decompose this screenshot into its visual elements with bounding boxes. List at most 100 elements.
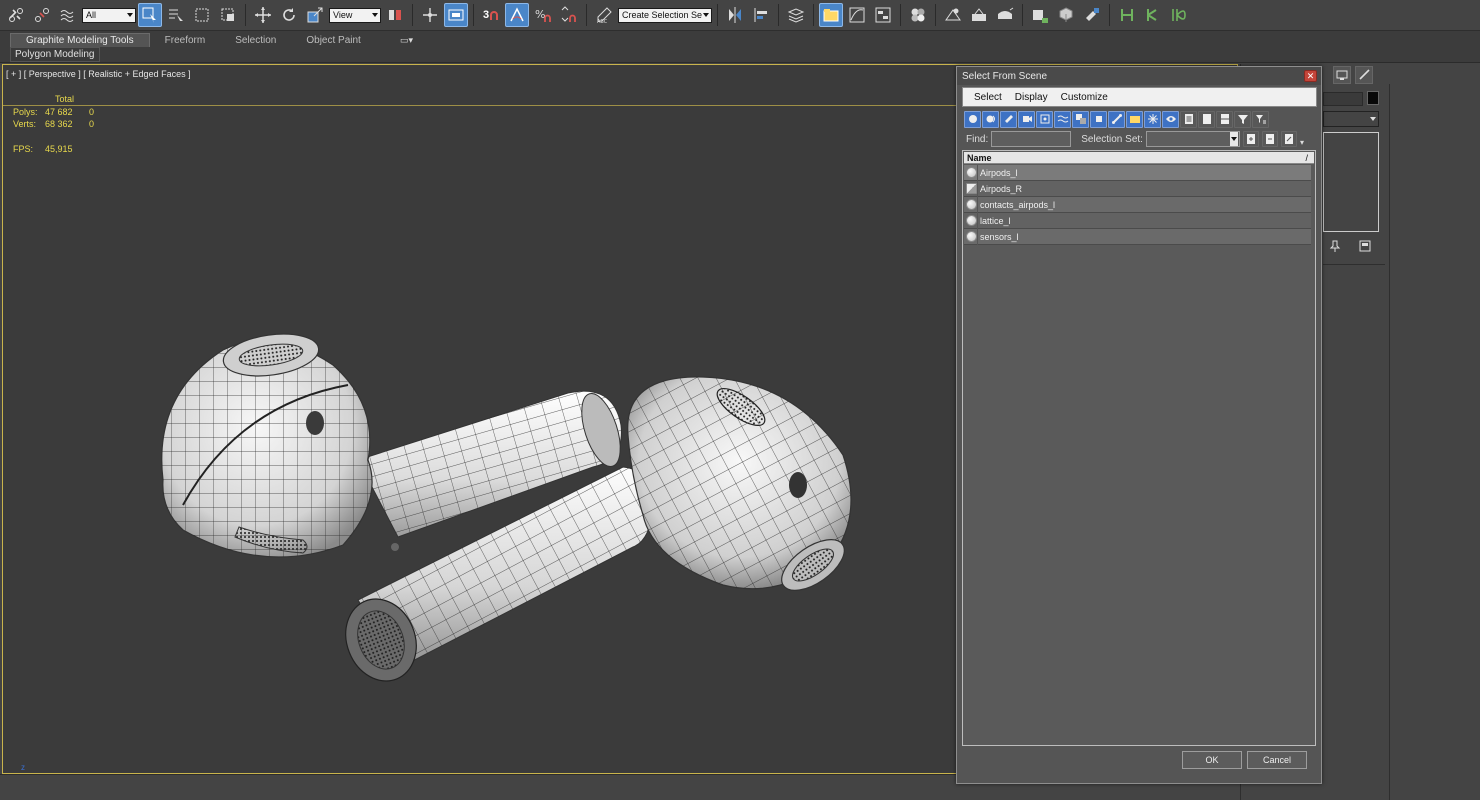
display-spacewarps-icon[interactable] xyxy=(1054,110,1071,128)
mirror-icon[interactable] xyxy=(723,3,747,27)
select-from-scene-dialog: Select From Scene ✕ Select Display Custo… xyxy=(956,66,1322,784)
ok-button[interactable]: OK xyxy=(1182,751,1242,769)
reaction-manager-icon[interactable] xyxy=(1141,3,1165,27)
named-selection-sets-dropdown[interactable]: Create Selection Se xyxy=(618,7,712,23)
chevron-down-icon xyxy=(1229,132,1238,146)
rect-selection-region-icon[interactable] xyxy=(190,3,214,27)
filter-icon[interactable] xyxy=(1234,110,1251,128)
material-editor-icon[interactable] xyxy=(906,3,930,27)
layer-manager-icon[interactable] xyxy=(784,3,808,27)
add-selection-set-icon[interactable] xyxy=(1242,131,1259,147)
percent-snap-icon[interactable]: % xyxy=(531,3,555,27)
utilities-panel-icon[interactable] xyxy=(1355,66,1373,84)
select-by-name-icon[interactable] xyxy=(164,3,188,27)
dialog-title: Select From Scene xyxy=(962,71,1048,82)
list-item[interactable]: Airpods_l xyxy=(964,165,1314,181)
render-production-icon[interactable] xyxy=(993,3,1017,27)
create-object-icon[interactable] xyxy=(1028,3,1052,27)
viewport-label-menu[interactable]: [ + ] [ Perspective ] [ Realistic + Edge… xyxy=(6,69,191,79)
display-bones-icon[interactable] xyxy=(1108,110,1125,128)
close-icon[interactable]: ✕ xyxy=(1304,70,1317,82)
display-cameras-icon[interactable] xyxy=(1018,110,1035,128)
render-setup-icon[interactable] xyxy=(941,3,965,27)
find-input[interactable] xyxy=(991,131,1072,147)
list-item[interactable]: Airpods_R xyxy=(964,181,1314,197)
select-scale-icon[interactable] xyxy=(303,3,327,27)
pivot-center-icon[interactable] xyxy=(383,3,407,27)
wire-parameters-icon[interactable] xyxy=(1167,3,1191,27)
display-panel-icon[interactable] xyxy=(1333,66,1351,84)
display-geometry-icon[interactable] xyxy=(964,110,981,128)
bind-spacewarp-icon[interactable] xyxy=(56,3,80,27)
edit-selection-set-icon[interactable] xyxy=(1280,131,1297,147)
selection-set-dropdown[interactable] xyxy=(1145,131,1240,147)
display-groups-icon[interactable] xyxy=(1072,110,1089,128)
window-crossing-icon[interactable] xyxy=(216,3,240,27)
viewport-axis-tripod: z xyxy=(21,763,25,772)
select-invert-icon[interactable] xyxy=(1216,110,1233,128)
curve-editor-icon[interactable] xyxy=(845,3,869,27)
list-scrollbar[interactable] xyxy=(1311,165,1315,745)
modifier-list-dropdown[interactable] xyxy=(1323,111,1379,127)
column-header-name[interactable]: Name / xyxy=(964,152,1314,164)
cube-stack-icon[interactable] xyxy=(1054,3,1078,27)
keyboard-shortcut-override-icon[interactable] xyxy=(444,3,468,27)
select-manipulate-icon[interactable] xyxy=(418,3,442,27)
scene-explorer-icon[interactable] xyxy=(819,3,843,27)
group-object-icon xyxy=(966,183,977,194)
select-none-icon[interactable] xyxy=(1198,110,1215,128)
list-item[interactable]: contacts_airpods_l xyxy=(964,197,1314,213)
select-move-icon[interactable] xyxy=(251,3,275,27)
select-object-icon[interactable] xyxy=(138,3,162,27)
hierarchy-link-icon[interactable] xyxy=(1115,3,1139,27)
polygon-modeling-panel[interactable]: Polygon Modeling xyxy=(10,47,100,62)
menu-select[interactable]: Select xyxy=(974,92,1002,103)
unlink-icon[interactable] xyxy=(30,3,54,27)
display-frozen-icon[interactable] xyxy=(1144,110,1161,128)
remove-selection-set-icon[interactable] xyxy=(1261,131,1278,147)
select-all-icon[interactable] xyxy=(1180,110,1197,128)
chevron-down-icon[interactable]: ▾ xyxy=(1300,131,1310,147)
select-rotate-icon[interactable] xyxy=(277,3,301,27)
menu-display[interactable]: Display xyxy=(1015,92,1048,103)
wrench-icon[interactable] xyxy=(1080,3,1104,27)
edit-named-selections-icon[interactable]: ABC xyxy=(592,3,616,27)
snaps-toggle-icon[interactable]: 3 xyxy=(479,3,503,27)
scene-object-list[interactable]: Name / Airpods_l Airpods_R contacts_airpods… xyxy=(962,150,1316,746)
ref-coord-system-dropdown[interactable]: View xyxy=(329,7,381,23)
schematic-view-icon[interactable] xyxy=(871,3,895,27)
display-hidden-icon[interactable] xyxy=(1162,110,1179,128)
angle-snap-icon[interactable] xyxy=(505,3,529,27)
display-containers-icon[interactable] xyxy=(1126,110,1143,128)
display-xrefs-icon[interactable] xyxy=(1090,110,1107,128)
ribbon-options-icon[interactable]: ▭▾ xyxy=(400,35,418,45)
list-item[interactable]: sensors_l xyxy=(964,229,1314,245)
configure-modifier-sets-icon[interactable] xyxy=(1359,240,1371,255)
display-filter-toolbar xyxy=(962,109,1317,129)
display-helpers-icon[interactable] xyxy=(1036,110,1053,128)
selection-filter-dropdown[interactable]: All xyxy=(82,7,136,23)
cancel-button[interactable]: Cancel xyxy=(1247,751,1307,769)
menu-customize[interactable]: Customize xyxy=(1061,92,1108,103)
modifier-stack[interactable] xyxy=(1323,132,1379,232)
dialog-title-bar[interactable]: Select From Scene ✕ xyxy=(957,67,1321,85)
object-name-field[interactable] xyxy=(1323,92,1363,106)
display-lights-icon[interactable] xyxy=(1000,110,1017,128)
rendered-frame-window-icon[interactable] xyxy=(967,3,991,27)
object-color-swatch[interactable] xyxy=(1367,91,1379,105)
graphite-ribbon: Graphite Modeling Tools Freeform Selecti… xyxy=(0,31,1480,63)
tab-graphite-modeling-tools[interactable]: Graphite Modeling Tools xyxy=(10,33,150,47)
toolbar-separator xyxy=(473,4,474,26)
display-shapes-icon[interactable] xyxy=(982,110,999,128)
align-icon[interactable] xyxy=(749,3,773,27)
tab-object-paint[interactable]: Object Paint xyxy=(291,33,375,47)
filter-options-icon[interactable] xyxy=(1252,110,1269,128)
tab-selection[interactable]: Selection xyxy=(220,33,291,47)
list-item[interactable]: lattice_l xyxy=(964,213,1314,229)
spinner-snap-icon[interactable] xyxy=(557,3,581,27)
airpods-model[interactable] xyxy=(143,255,863,695)
selection-set-label: Selection Set: xyxy=(1081,133,1143,145)
pin-stack-icon[interactable] xyxy=(1329,240,1341,255)
link-icon[interactable] xyxy=(4,3,28,27)
tab-freeform[interactable]: Freeform xyxy=(150,33,221,47)
